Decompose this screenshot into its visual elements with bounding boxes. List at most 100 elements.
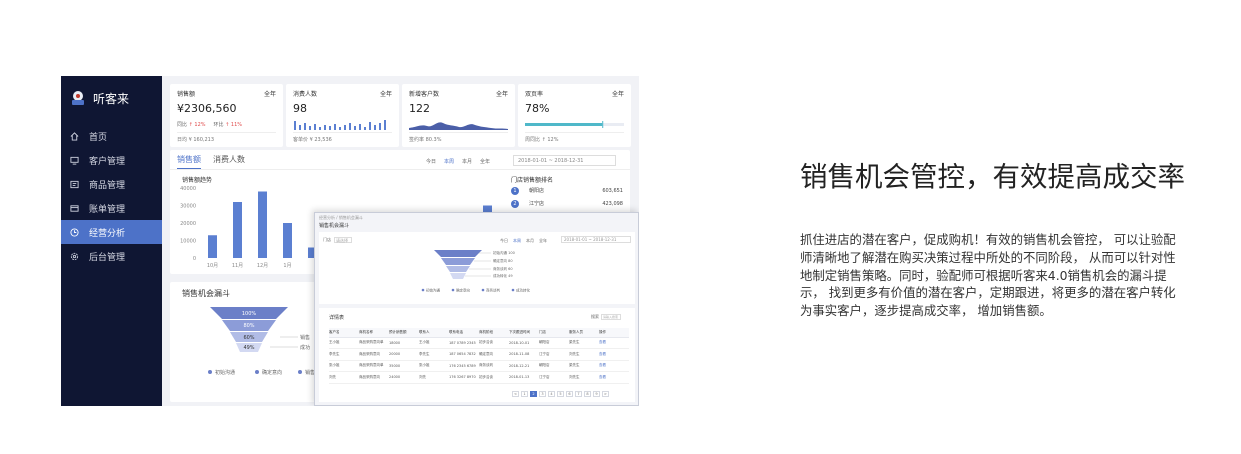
page-button[interactable]: 9 <box>593 391 600 397</box>
pagination: <1 2 3 4 5 6 7 8 9 > <box>512 391 609 397</box>
page-button[interactable]: < <box>512 391 519 397</box>
search-label: 搜索 <box>591 314 599 319</box>
funnel-stage <box>441 258 475 265</box>
table-row: 刘先 商品采购意向 24000 刘先 176 3267 8970 初步洽谈 2018-01-… <box>329 371 629 384</box>
funnel-stage-label: 确定意向 80 <box>493 258 513 263</box>
stat-title: 双页率 <box>525 91 544 98</box>
page-title: 销售机会漏斗 <box>319 223 350 229</box>
table-cell: 王小姐 <box>329 337 359 349</box>
stat-card-new-customers: 新增客户数 全年 122 签约率 80.3% <box>402 84 515 147</box>
funnel-stage-label: 成功转化 49 <box>493 273 513 278</box>
mini-bar-chart <box>294 120 386 130</box>
view-link[interactable]: 查看 <box>599 360 629 372</box>
stat-period: 全年 <box>263 91 276 98</box>
table-cell: 商品采购意向 <box>359 348 389 361</box>
stat-period: 全年 <box>379 91 392 98</box>
logo: 听客来 <box>69 86 129 110</box>
page-button[interactable]: 2 <box>530 391 537 397</box>
stat-title: 销售额 <box>177 91 196 98</box>
table-cell: 商务谈判 <box>479 360 509 372</box>
sidebar-item-analytics[interactable]: 经营分析 <box>61 220 162 244</box>
sidebar: 听客来 首页 客户管理 商品管理 账单管理 经营分析 后台管理 <box>61 76 162 406</box>
stat-card-rate: 双页率 全年 78% 周同比 ↑ 12% <box>518 84 631 147</box>
column-header: 商机名称 <box>359 328 389 338</box>
column-header: 门店 <box>539 328 569 338</box>
page-button[interactable]: 7 <box>575 391 582 397</box>
x-tick-label: 11月 <box>232 263 243 269</box>
sidebar-item-admin[interactable]: 后台管理 <box>61 244 162 268</box>
page-button[interactable]: 5 <box>557 391 564 397</box>
sidebar-item-bills[interactable]: 账单管理 <box>61 196 162 220</box>
page-button[interactable]: 8 <box>584 391 591 397</box>
rank-number: 2 <box>511 199 519 208</box>
rank-title: 门店销售额排名 <box>511 177 554 184</box>
table-row: 张小姐 商品采购意向单 35000 张小姐 176 2345 6789 商务谈判 2018-… <box>329 360 629 372</box>
column-header: 预计销售额 <box>389 328 419 338</box>
page-button[interactable]: 3 <box>539 391 546 397</box>
sidebar-nav: 首页 客户管理 商品管理 账单管理 经营分析 后台管理 <box>61 124 162 268</box>
table-cell: 176 2345 6789 <box>449 360 479 372</box>
table-row: 李先生 商品采购意向 20000 李先生 187 0654 7832 确定意向 2018-1… <box>329 348 629 361</box>
view-link[interactable]: 查看 <box>599 348 629 361</box>
table-cell: 176 3267 8970 <box>449 371 479 384</box>
page-button[interactable]: > <box>602 391 609 397</box>
table-cell: 初步洽谈 <box>479 337 509 349</box>
column-header: 服务人员 <box>569 328 599 338</box>
stat-card-sales: 销售额 全年 ¥2306,560 同比 ↑ 12% 环比 ↑ 11% 日均 ¥ 1… <box>170 84 283 147</box>
box-icon <box>70 180 79 188</box>
table-title: 详情表 <box>329 315 345 321</box>
view-link[interactable]: 查看 <box>599 371 629 384</box>
y-tick-label: 40000 <box>180 186 196 192</box>
page-button[interactable]: 1 <box>521 391 528 397</box>
sidebar-item-label: 客户管理 <box>89 156 126 167</box>
table-cell: 刘先 <box>329 371 359 384</box>
sidebar-item-products[interactable]: 商品管理 <box>61 172 162 196</box>
page-button[interactable]: 4 <box>548 391 555 397</box>
clock-icon <box>70 227 79 237</box>
page-button[interactable]: 6 <box>566 391 573 397</box>
date-range-picker[interactable]: 2018-01-01 ~ 2018-12-31 <box>513 155 616 166</box>
x-tick-label: 12月 <box>257 263 268 269</box>
table-cell: 李先生 <box>329 348 359 361</box>
legend-label: 商务谈判 <box>486 287 500 292</box>
table-cell: 2018-11-08 <box>509 348 539 361</box>
stat-period: 全年 <box>495 91 508 98</box>
search-input[interactable]: 请输入搜索 <box>601 314 621 320</box>
funnel-stage-label: 商务谈判 60 <box>493 266 513 271</box>
bar <box>258 191 267 258</box>
view-link[interactable]: 查看 <box>599 337 629 349</box>
stat-value: 98 <box>293 102 307 115</box>
app-name: 听客来 <box>93 91 130 106</box>
x-tick-label: 10月 <box>207 263 218 269</box>
table-cell: 商品采购意向 <box>359 371 389 384</box>
description: 抓住进店的潜在客户，促成购机！有效的销售机会管控， 可以让验配师清晰地了解潜在购… <box>800 232 1176 319</box>
sidebar-item-label: 账单管理 <box>89 204 126 215</box>
compare-value: ↑ 11% <box>225 122 243 128</box>
y-tick-label: 10000 <box>180 239 196 245</box>
table-cell: 18000 <box>389 337 419 349</box>
breadcrumb: 经营分析 / 销售机会漏斗 <box>319 215 363 220</box>
rank-store: 江宁店 <box>529 201 545 207</box>
table-cell: 2018-12-21 <box>509 360 539 372</box>
bar <box>233 202 242 258</box>
table-cell: 朝阳店 <box>539 360 569 372</box>
sidebar-item-home[interactable]: 首页 <box>61 124 162 148</box>
bar <box>208 235 217 258</box>
rank-value: 423,098 <box>602 200 623 207</box>
table-cell: 王小姐 <box>419 337 449 349</box>
rank-value: 603,651 <box>602 187 623 194</box>
stat-value: 122 <box>409 102 430 115</box>
funnel-pct: 80% <box>243 323 254 329</box>
bar <box>283 223 292 258</box>
sidebar-item-customers[interactable]: 客户管理 <box>61 148 162 172</box>
logo-icon <box>72 91 84 105</box>
y-tick-label: 0 <box>193 256 196 262</box>
stat-footer: 客单价 ¥ 23,536 <box>293 132 392 143</box>
rank-store: 朝阳店 <box>529 188 545 194</box>
stat-period: 全年 <box>611 91 624 98</box>
table-cell: 江宁店 <box>539 348 569 361</box>
app-screenshot: 听客来 首页 客户管理 商品管理 账单管理 经营分析 后台管理 销售额 全年 ¥… <box>61 76 639 406</box>
funnel-pct: 60% <box>243 335 254 341</box>
sidebar-item-label: 经营分析 <box>89 228 126 239</box>
stat-value: 78% <box>525 102 550 115</box>
